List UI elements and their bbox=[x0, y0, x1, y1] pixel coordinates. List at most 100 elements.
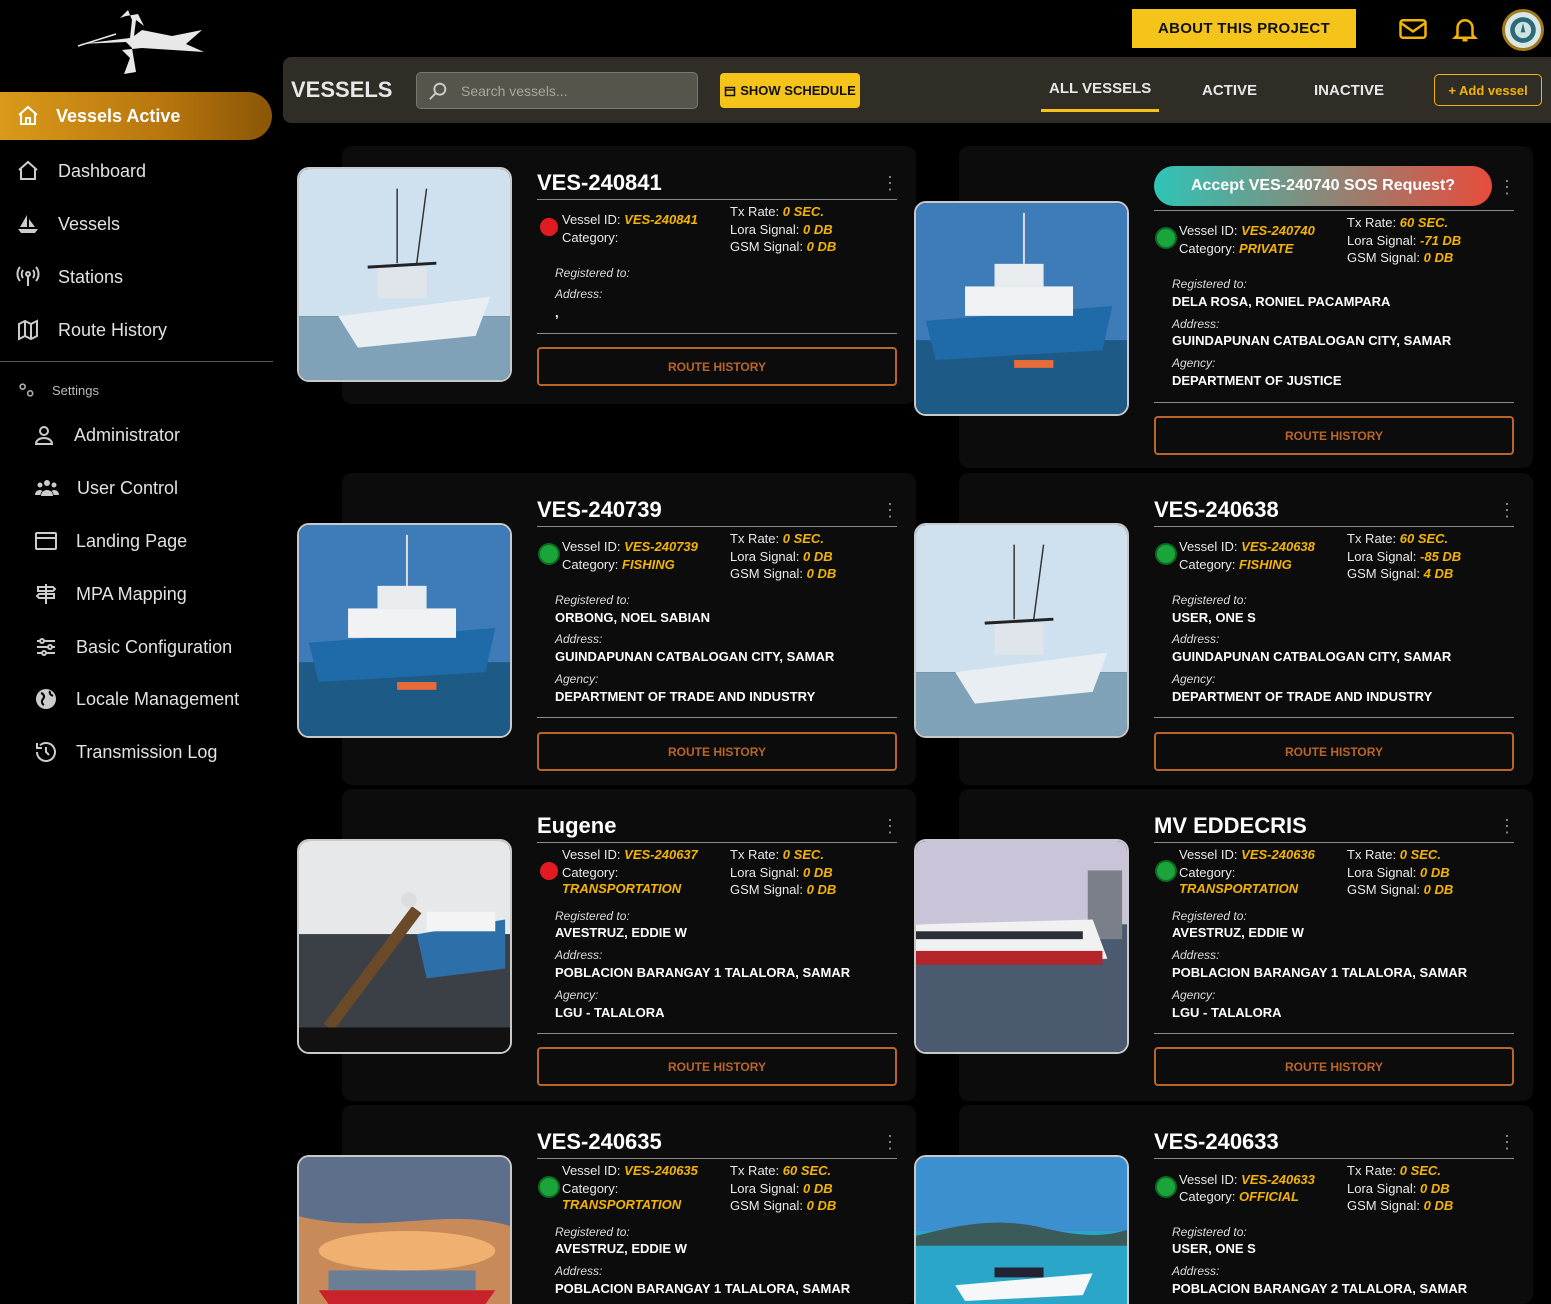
more-options-icon[interactable]: ⋮ bbox=[1498, 178, 1516, 196]
accept-sos-request-button[interactable]: Accept VES-240740 SOS Request? bbox=[1154, 166, 1492, 206]
more-options-icon[interactable]: ⋮ bbox=[881, 817, 899, 835]
history-icon bbox=[36, 742, 56, 762]
category-row: Category: bbox=[562, 1181, 619, 1196]
more-options-icon[interactable]: ⋮ bbox=[881, 501, 899, 519]
address-label: Address: bbox=[1172, 317, 1220, 331]
search-input[interactable] bbox=[461, 82, 681, 99]
category-row: Category: bbox=[562, 230, 619, 245]
more-options-icon[interactable]: ⋮ bbox=[881, 1133, 899, 1151]
page-title: VESSELS bbox=[291, 77, 393, 102]
signpost-icon bbox=[35, 584, 57, 604]
ship-icon bbox=[18, 215, 38, 233]
category-row: Category: bbox=[562, 865, 619, 880]
sidebar-item-transmission-log[interactable]: Transmission Log bbox=[34, 737, 217, 767]
route-history-button[interactable]: ROUTE HISTORY bbox=[1154, 416, 1514, 455]
show-schedule-button[interactable]: SHOW SCHEDULE bbox=[720, 73, 860, 108]
vessel-photo bbox=[914, 201, 1129, 416]
gsm-signal-row: GSM Signal: 0 DB bbox=[1347, 1198, 1454, 1213]
gsm-signal-row: GSM Signal: 0 DB bbox=[730, 239, 837, 254]
tx-rate-row: Tx Rate: 0 SEC. bbox=[1347, 847, 1441, 862]
route-history-button[interactable]: ROUTE HISTORY bbox=[1154, 1047, 1514, 1086]
map-icon bbox=[18, 319, 38, 341]
agency-value: DEPARTMENT OF JUSTICE bbox=[1172, 373, 1342, 388]
users-icon bbox=[35, 480, 59, 496]
sidebar-item-mpa-mapping[interactable]: MPA Mapping bbox=[34, 579, 187, 609]
sidebar-item-label: Administrator bbox=[74, 424, 181, 445]
sidebar-item-administrator[interactable]: Administrator bbox=[32, 420, 180, 450]
registered-label: Registered to: bbox=[1172, 1225, 1247, 1239]
registered-label: Registered to: bbox=[1172, 593, 1247, 607]
vessel-photo bbox=[914, 1155, 1129, 1304]
divider bbox=[1154, 210, 1514, 211]
status-indicator bbox=[540, 218, 558, 236]
tx-rate-row: Tx Rate: 0 SEC. bbox=[730, 847, 824, 862]
route-history-button[interactable]: ROUTE HISTORY bbox=[537, 732, 897, 771]
sidebar-item-dashboard[interactable]: Dashboard bbox=[16, 156, 146, 186]
gsm-signal-row: GSM Signal: 0 DB bbox=[730, 566, 837, 581]
lora-signal-row: Lora Signal: -71 DB bbox=[1347, 233, 1462, 248]
lora-signal-row: Lora Signal: -85 DB bbox=[1347, 549, 1462, 564]
more-options-icon[interactable]: ⋮ bbox=[1498, 501, 1516, 519]
lora-signal-row: Lora Signal: 0 DB bbox=[730, 1181, 833, 1196]
vessel-photo bbox=[297, 523, 512, 738]
sidebar-item-route-history[interactable]: Route History bbox=[16, 315, 167, 345]
sidebar-item-user-control[interactable]: User Control bbox=[35, 473, 178, 503]
add-vessel-button[interactable]: + Add vessel bbox=[1434, 74, 1542, 106]
vessel-photo bbox=[297, 839, 512, 1054]
lora-signal-row: Lora Signal: 0 DB bbox=[1347, 1181, 1450, 1196]
route-history-button[interactable]: ROUTE HISTORY bbox=[537, 347, 897, 386]
about-project-button[interactable]: ABOUT THIS PROJECT bbox=[1132, 9, 1356, 48]
search-box[interactable] bbox=[416, 72, 698, 109]
more-options-icon[interactable]: ⋮ bbox=[1498, 817, 1516, 835]
seal-icon bbox=[1510, 17, 1536, 43]
agency-label: Agency: bbox=[1172, 356, 1216, 370]
vessel-id-row: Vessel ID: VES-240841 bbox=[562, 212, 698, 227]
tx-rate-row: Tx Rate: 60 SEC. bbox=[1347, 531, 1449, 546]
vessel-title: Eugene bbox=[537, 813, 617, 838]
globe-icon bbox=[36, 689, 56, 709]
home-icon bbox=[18, 105, 38, 125]
agency-value: DEPARTMENT OF TRADE AND INDUSTRY bbox=[555, 689, 816, 704]
avatar[interactable] bbox=[1502, 9, 1544, 51]
address-label: Address: bbox=[555, 948, 603, 962]
search-icon bbox=[429, 82, 447, 100]
category-row: Category: bbox=[1179, 865, 1236, 880]
mail-icon[interactable] bbox=[1398, 14, 1428, 44]
category-value: TRANSPORTATION bbox=[1179, 881, 1299, 896]
sidebar-item-label: Basic Configuration bbox=[76, 636, 233, 657]
sidebar-item-stations[interactable]: Stations bbox=[16, 262, 123, 292]
route-history-button[interactable]: ROUTE HISTORY bbox=[537, 1047, 897, 1086]
sidebar-item-landing-page[interactable]: Landing Page bbox=[34, 526, 187, 556]
bell-icon[interactable] bbox=[1450, 14, 1480, 44]
sidebar-item-basic-configuration[interactable]: Basic Configuration bbox=[34, 632, 232, 662]
address-value: GUINDAPUNAN CATBALOGAN CITY, SAMAR bbox=[1172, 649, 1452, 664]
vessel-id-row: Vessel ID: VES-240740 bbox=[1179, 223, 1315, 238]
tab-active[interactable]: ACTIVE bbox=[1202, 82, 1257, 99]
more-options-icon[interactable]: ⋮ bbox=[881, 174, 899, 192]
divider bbox=[537, 333, 897, 334]
more-options-icon[interactable]: ⋮ bbox=[1498, 1133, 1516, 1151]
lora-signal-row: Lora Signal: 0 DB bbox=[730, 549, 833, 564]
route-history-button[interactable]: ROUTE HISTORY bbox=[1154, 732, 1514, 771]
tab-all-vessels[interactable]: ALL VESSELS bbox=[1041, 80, 1160, 112]
tab-inactive[interactable]: INACTIVE bbox=[1314, 82, 1384, 99]
sidebar-item-label: Landing Page bbox=[76, 530, 188, 551]
user-icon bbox=[34, 426, 54, 445]
gsm-signal-row: GSM Signal: 4 DB bbox=[1347, 566, 1454, 581]
sidebar-item-locale-management[interactable]: Locale Management bbox=[34, 684, 239, 714]
category-row: Category: PRIVATE bbox=[1179, 241, 1294, 256]
category-value: TRANSPORTATION bbox=[562, 881, 682, 896]
divider bbox=[537, 1033, 897, 1034]
sidebar-item-vessels[interactable]: Vessels bbox=[16, 209, 120, 239]
address-label: Address: bbox=[555, 287, 603, 301]
divider bbox=[1154, 526, 1514, 527]
divider bbox=[537, 1158, 897, 1159]
vessel-id-row: Vessel ID: VES-240635 bbox=[562, 1163, 698, 1178]
agency-value: LGU - TALALORA bbox=[1172, 1005, 1282, 1020]
sidebar-item-vessels-active[interactable]: Vessels Active bbox=[0, 92, 272, 140]
category-value: TRANSPORTATION bbox=[562, 1197, 682, 1212]
agency-value: LGU - TALALORA bbox=[555, 1005, 665, 1020]
registered-value: USER, ONE S bbox=[1172, 1241, 1256, 1256]
sidebar-item-label: Transmission Log bbox=[76, 741, 218, 762]
address-label: Address: bbox=[555, 632, 603, 646]
